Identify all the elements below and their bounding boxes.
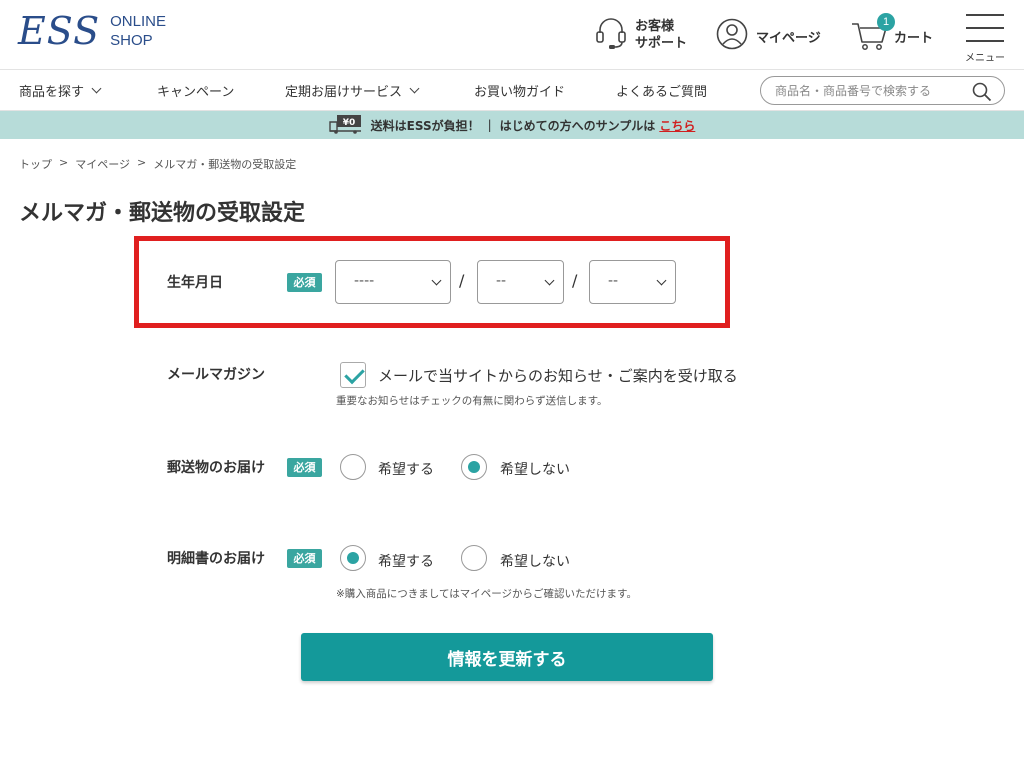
- date-separator: /: [459, 271, 465, 290]
- nav-item-label: キャンペーン: [157, 85, 235, 100]
- mypage-label: マイページ: [756, 30, 821, 46]
- required-badge: 必須: [287, 458, 322, 477]
- cart-icon: 1: [850, 13, 895, 56]
- customer-support-link[interactable]: お客様 サポート: [595, 16, 687, 54]
- logo-line-1: ONLINE: [110, 13, 166, 30]
- nav-item-label: よくあるご質問: [616, 85, 708, 100]
- price-tag-text: ¥0: [342, 118, 355, 128]
- statement-note: ※購入商品につきましてはマイページからご確認いただけます。: [336, 588, 638, 600]
- chevron-down-icon: [91, 83, 102, 94]
- sample-link[interactable]: こちら: [659, 117, 695, 134]
- hamburger-icon-bar: [966, 40, 1004, 42]
- statement-label: 明細書のお届け: [167, 551, 265, 567]
- breadcrumb-separator: >: [137, 156, 147, 169]
- newsletter-checkbox[interactable]: [340, 362, 366, 388]
- mypage-link[interactable]: マイページ: [716, 18, 821, 54]
- birth-day-select[interactable]: --: [589, 260, 676, 304]
- support-line-2: サポート: [635, 36, 688, 51]
- postal-yes-label[interactable]: 希望する: [378, 459, 434, 479]
- statement-yes-label[interactable]: 希望する: [378, 551, 434, 571]
- postal-label: 郵送物のお届け: [167, 460, 265, 476]
- support-line-1: お客様: [635, 19, 675, 34]
- nav-item-campaign[interactable]: キャンペーン: [157, 81, 234, 100]
- chevron-down-icon: [431, 275, 442, 286]
- nav-item-label: お買い物ガイド: [474, 85, 566, 100]
- birthday-label: 生年月日: [167, 275, 223, 291]
- breadcrumb-top[interactable]: トップ: [19, 156, 52, 172]
- banner-text-free-shipping: 送料はESSが負担！: [370, 118, 480, 133]
- postal-no-radio[interactable]: [461, 454, 487, 480]
- nav-item-label: 商品を探す: [19, 85, 85, 100]
- postal-yes-radio[interactable]: [340, 454, 366, 480]
- search-input[interactable]: [775, 81, 965, 100]
- cart-label: カート: [894, 30, 934, 46]
- menu-button[interactable]: メニュー: [964, 14, 1006, 64]
- page-title: メルマガ・郵送物の受取設定: [19, 201, 306, 226]
- breadcrumb-separator: >: [59, 156, 69, 169]
- search-box: [760, 76, 1005, 105]
- update-button[interactable]: 情報を更新する: [301, 633, 713, 681]
- support-label: お客様 サポート: [635, 18, 687, 52]
- nav-item-label: 定期お届けサービス: [285, 85, 403, 100]
- newsletter-label: メールマガジン: [167, 367, 265, 383]
- main-nav: 商品を探す キャンペーン 定期お届けサービス お買い物ガイド よくあるご質問: [0, 70, 1024, 111]
- birth-day-value: --: [608, 273, 619, 289]
- breadcrumb: トップ > マイページ > メルマガ・郵送物の受取設定: [19, 156, 296, 172]
- cart-count-badge: 1: [877, 13, 895, 31]
- banner-text-sample: はじめての方へのサンプルは: [499, 118, 656, 133]
- breadcrumb-current: メルマガ・郵送物の受取設定: [153, 158, 297, 171]
- newsletter-checkbox-label[interactable]: メールで当サイトからのお知らせ・ご案内を受け取る: [378, 365, 738, 386]
- site-logo[interactable]: ESS ONLINE SHOP: [18, 12, 166, 50]
- newsletter-note: 重要なお知らせはチェックの有無に関わらず送信します。: [336, 395, 608, 407]
- statement-no-label[interactable]: 希望しない: [500, 551, 570, 571]
- nav-item-products[interactable]: 商品を探す: [19, 81, 102, 100]
- birth-month-value: --: [496, 273, 507, 289]
- site-header: ESS ONLINE SHOP お客様 サポート マイページ 1 カート メニュ…: [0, 0, 1024, 70]
- cart-link[interactable]: 1 カート: [850, 13, 934, 56]
- breadcrumb-mypage[interactable]: マイページ: [75, 156, 130, 172]
- birth-year-select[interactable]: ----: [335, 260, 451, 304]
- shipping-banner: ¥0 送料はESSが負担！ | はじめての方へのサンプルは こちら: [0, 111, 1024, 139]
- hamburger-icon: [966, 14, 1004, 16]
- statement-yes-radio[interactable]: [340, 545, 366, 571]
- required-badge: 必須: [287, 549, 322, 568]
- nav-item-subscription[interactable]: 定期お届けサービス: [285, 81, 420, 100]
- birth-month-select[interactable]: --: [477, 260, 564, 304]
- headset-icon: [595, 16, 627, 54]
- menu-label: メニュー: [965, 53, 1005, 64]
- banner-separator: |: [487, 118, 492, 132]
- search-icon[interactable]: [972, 82, 992, 106]
- hamburger-icon-bar: [966, 27, 1004, 29]
- nav-item-shopping-guide[interactable]: お買い物ガイド: [474, 81, 565, 100]
- required-badge: 必須: [287, 273, 322, 292]
- user-icon: [716, 18, 748, 54]
- chevron-down-icon: [409, 83, 420, 94]
- birth-year-value: ----: [354, 273, 375, 289]
- logo-text: ONLINE SHOP: [110, 12, 166, 50]
- chevron-down-icon: [656, 275, 667, 286]
- nav-item-faq[interactable]: よくあるご質問: [616, 81, 707, 100]
- statement-no-radio[interactable]: [461, 545, 487, 571]
- truck-icon: ¥0: [328, 114, 363, 137]
- logo-line-2: SHOP: [110, 32, 153, 49]
- postal-no-label[interactable]: 希望しない: [500, 459, 570, 479]
- logo-mark: ESS: [18, 9, 101, 53]
- date-separator: /: [572, 271, 578, 290]
- chevron-down-icon: [544, 275, 555, 286]
